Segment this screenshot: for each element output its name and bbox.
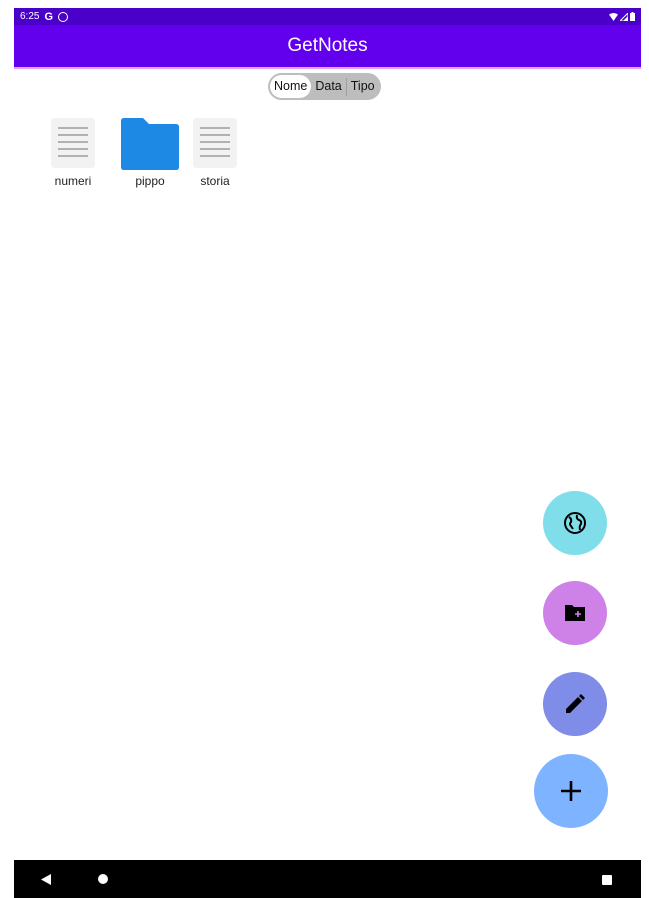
file-label: numeri	[54, 174, 92, 188]
sort-option-nome[interactable]: Nome	[270, 75, 312, 98]
back-icon[interactable]	[41, 874, 51, 885]
file-item-storia[interactable]: storia	[183, 118, 247, 188]
signal-icon	[620, 12, 628, 21]
folder-icon	[121, 118, 179, 170]
device-screen: 6:25 G GetNotes Nome Data Tipo numeri pi…	[14, 8, 641, 898]
battery-icon	[630, 12, 635, 21]
file-item-pippo[interactable]: pippo	[118, 118, 182, 188]
file-label: storia	[200, 174, 230, 188]
note-icon	[193, 118, 237, 168]
new-folder-fab-button[interactable]	[543, 581, 607, 645]
sort-toggle[interactable]: Nome Data Tipo	[268, 73, 381, 100]
create-folder-icon	[565, 605, 585, 621]
app-title: GetNotes	[287, 35, 368, 56]
edit-fab-button[interactable]	[543, 672, 607, 736]
status-left: 6:25 G	[20, 10, 69, 23]
file-label: pippo	[135, 174, 165, 188]
status-time: 6:25	[20, 11, 40, 22]
globe-icon	[564, 512, 586, 534]
data-saver-icon	[58, 11, 69, 22]
recents-icon[interactable]	[602, 875, 612, 885]
sort-option-tipo[interactable]: Tipo	[347, 75, 379, 98]
note-icon	[51, 118, 95, 168]
navigation-bar	[14, 860, 641, 898]
status-right	[609, 12, 635, 21]
app-bar: GetNotes	[14, 25, 641, 69]
plus-icon	[561, 781, 581, 801]
sort-option-data[interactable]: Data	[311, 75, 345, 98]
globe-fab-button[interactable]	[543, 491, 607, 555]
add-fab-button[interactable]	[534, 754, 608, 828]
home-icon[interactable]	[98, 874, 108, 884]
file-item-numeri[interactable]: numeri	[41, 118, 105, 188]
wifi-icon	[609, 12, 618, 21]
google-g-icon: G	[44, 10, 54, 23]
status-bar: 6:25 G	[14, 8, 641, 25]
pencil-icon	[566, 694, 585, 713]
